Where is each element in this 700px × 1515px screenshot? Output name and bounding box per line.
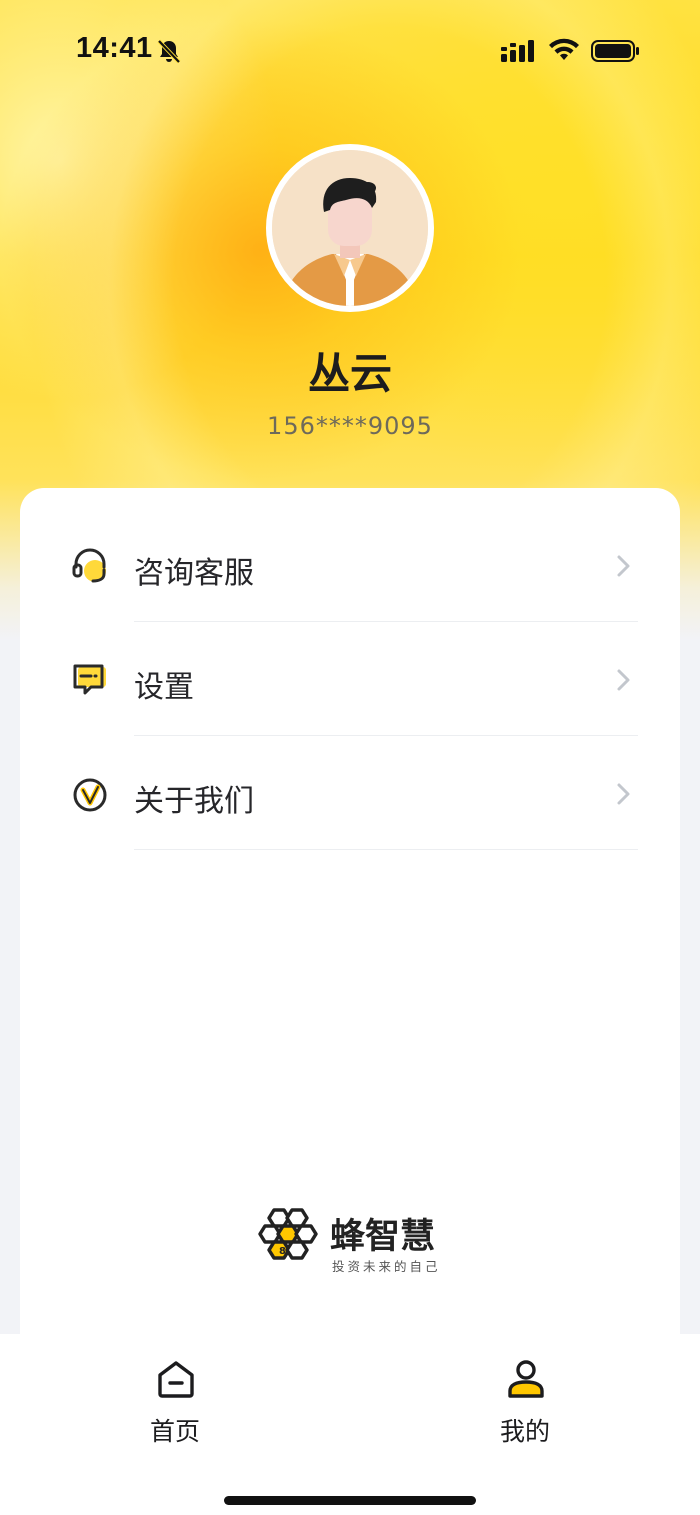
menu-item-label: 设置 (134, 670, 194, 705)
avatar[interactable] (266, 144, 434, 312)
battery-icon (591, 40, 639, 62)
v-circle-icon (73, 778, 107, 812)
menu-item-settings[interactable]: 设置 (20, 622, 680, 736)
cellular-signal-icon (501, 40, 534, 62)
home-indicator[interactable] (224, 1496, 476, 1505)
svg-text:8: 8 (279, 1246, 286, 1257)
menu-item-about-us[interactable]: 关于我们 (20, 736, 680, 850)
headset-icon (72, 548, 106, 583)
user-name: 丛云 (307, 349, 392, 398)
user-phone: 156****9095 (267, 412, 433, 440)
menu-item-label: 咨询客服 (134, 556, 254, 591)
tab-bar: 首页 我的 (0, 1334, 700, 1515)
brand-logo: 8 蜂智慧 投资未来的自己 (252, 1204, 462, 1276)
status-time: 14:41 (76, 32, 153, 64)
honeycomb-logo-icon: 8 (258, 1208, 318, 1260)
brand-slogan: 投资未来的自己 (332, 1259, 441, 1274)
chevron-right-icon (617, 555, 630, 577)
menu-item-label: 关于我们 (134, 784, 254, 819)
tab-label: 首页 (149, 1417, 200, 1446)
bell-off-icon (157, 39, 181, 64)
chevron-right-icon (617, 669, 630, 691)
message-square-icon (73, 664, 106, 695)
menu-card: 咨询客服 设置 关于我们 8 蜂智慧 投资未来的自己 (20, 488, 680, 1348)
tab-label: 我的 (499, 1417, 550, 1446)
avatar-illustration (272, 150, 428, 306)
status-bar: 14:41 (0, 0, 700, 100)
user-icon (508, 1360, 544, 1398)
chevron-right-icon (617, 783, 630, 805)
tab-home[interactable]: 首页 (115, 1358, 235, 1448)
home-icon (158, 1361, 194, 1398)
menu-item-customer-service[interactable]: 咨询客服 (20, 508, 680, 622)
wifi-icon (549, 38, 579, 60)
tab-mine[interactable]: 我的 (465, 1358, 585, 1448)
divider (134, 849, 638, 850)
brand-name: 蜂智慧 (330, 1217, 436, 1257)
